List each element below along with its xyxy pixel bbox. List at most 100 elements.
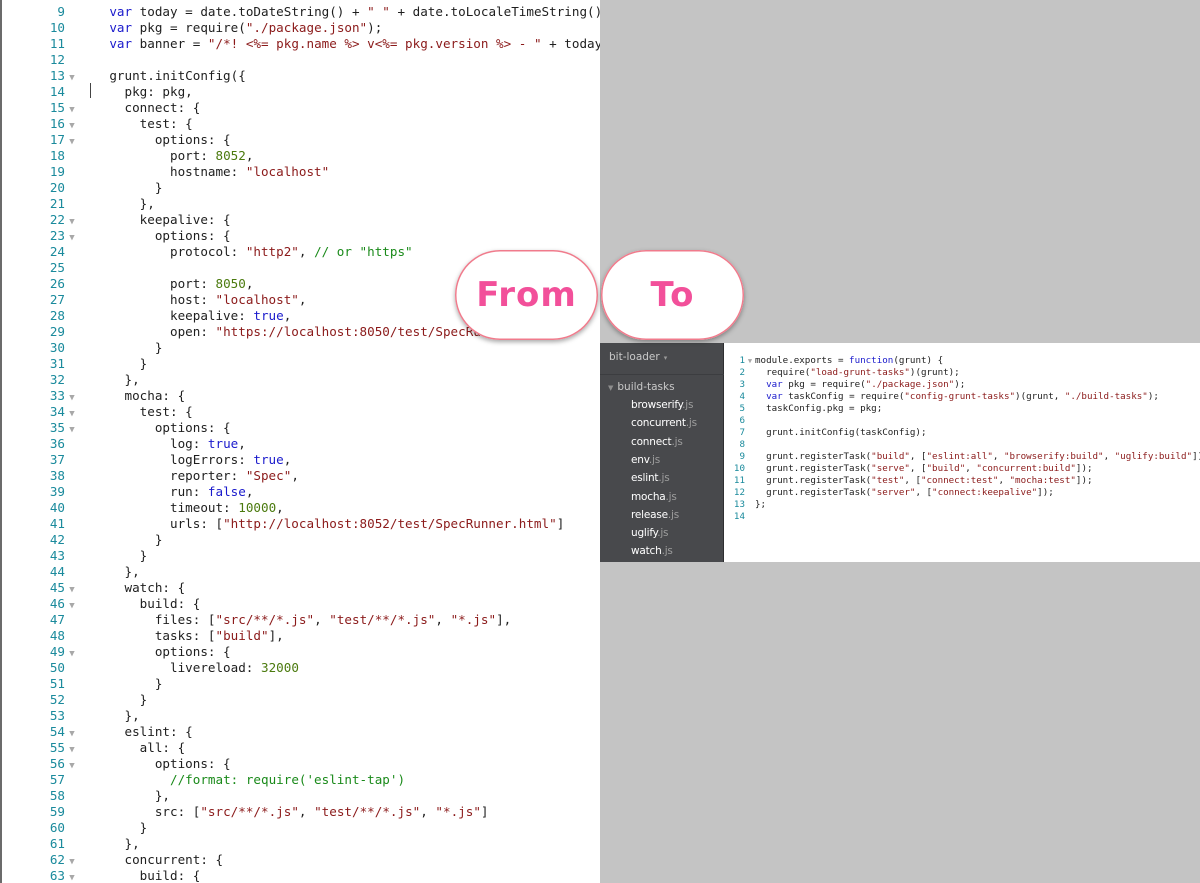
file-extension: .js <box>657 527 669 540</box>
line-number: 17 <box>49 132 65 147</box>
token: require( <box>755 367 811 378</box>
token: logErrors: <box>79 452 254 467</box>
line-code: } <box>79 548 148 564</box>
token: ], <box>268 628 284 643</box>
line-number: 10 <box>49 20 65 35</box>
line-number: 5 <box>739 403 745 414</box>
line-number: 9 <box>57 4 65 19</box>
file-item-env[interactable]: env.js <box>631 454 660 466</box>
file-item-eslint[interactable]: eslint.js <box>631 472 670 485</box>
token: pkg: pkg, <box>79 84 193 99</box>
token: run: <box>79 484 208 499</box>
code-line: 40 timeout: 10000, <box>2 500 284 516</box>
token: + today + <box>549 36 600 51</box>
line-number: 45 <box>49 580 65 595</box>
project-name: bit-loader <box>609 351 660 363</box>
code-line: 27 host: "localhost", <box>2 292 307 308</box>
file-item-uglify[interactable]: uglify.js <box>631 527 669 540</box>
code-line: 61 }, <box>2 836 140 852</box>
token-str: "build" <box>215 628 269 643</box>
token: , <box>276 500 284 515</box>
file-item-mocha[interactable]: mocha.js <box>631 491 677 503</box>
line-number: 9 <box>739 451 745 462</box>
token: watch: { <box>79 580 186 595</box>
file-item-browserify[interactable]: browserify.js <box>631 399 694 411</box>
line-code: }; <box>755 499 766 511</box>
token-str: "src/**/*.js" <box>215 612 315 627</box>
line-code: var pkg = require("./package.json"); <box>79 20 382 36</box>
line-code: all: { <box>79 740 186 756</box>
line-number: 13 <box>733 499 745 510</box>
token: } <box>79 180 163 195</box>
line-code: pkg: pkg, <box>79 84 193 100</box>
code-line: 42 } <box>2 532 163 548</box>
line-code: eslint: { <box>79 724 192 740</box>
line-code: } <box>79 340 163 356</box>
file-item-concurrent[interactable]: concurrent.js <box>631 417 697 429</box>
token: , [ <box>909 451 927 462</box>
line-number: 19 <box>49 164 65 179</box>
line-code: logErrors: true, <box>79 452 291 468</box>
file-item-release[interactable]: release.js <box>631 509 679 521</box>
file-item-connect[interactable]: connect.js <box>631 436 683 448</box>
token: , [ <box>915 487 933 498</box>
left-code-editor[interactable]: 9 var today = date.toDateString() + " " … <box>0 0 600 883</box>
line-code: var today = date.toDateString() + " " + … <box>79 4 600 20</box>
line-number: 33 <box>49 388 65 403</box>
token-kw: var <box>109 36 133 51</box>
code-line: 49 ▼ options: { <box>2 644 231 660</box>
code-line: 51 } <box>2 676 163 692</box>
code-line: 41 urls: ["http://localhost:8052/test/Sp… <box>2 516 564 532</box>
code-line: 55 ▼ all: { <box>2 740 185 756</box>
token: , <box>283 452 292 467</box>
line-number: 35 <box>49 420 65 435</box>
file-item-watch[interactable]: watch.js <box>631 545 673 557</box>
project-selector[interactable]: bit-loader ▾ <box>609 351 667 363</box>
token-str: "localhost" <box>245 164 330 179</box>
token: , <box>992 451 1004 462</box>
token-str: "./package.json" <box>865 379 955 390</box>
token: grunt.initConfig({ <box>79 68 246 83</box>
line-number: 42 <box>49 532 65 547</box>
code-line: 31 } <box>2 356 147 372</box>
token: ); <box>954 379 966 390</box>
token: , <box>245 148 254 163</box>
line-code: options: { <box>79 644 231 660</box>
line-number: 10 <box>733 463 745 474</box>
token: grunt.registerTask( <box>755 487 872 498</box>
code-line: 34 ▼ test: { <box>2 404 193 420</box>
line-number: 28 <box>49 308 65 323</box>
folder-build-tasks[interactable]: ▼ build-tasks <box>608 381 675 393</box>
token-str: "server" <box>871 487 916 498</box>
token-str: "browserify:build" <box>1003 451 1104 462</box>
file-name: eslint <box>631 472 659 485</box>
code-line: 7 grunt.initConfig(taskConfig); <box>724 427 926 439</box>
code-line: 18 port: 8052, <box>2 148 254 164</box>
code-line: 50 livereload: 32000 <box>2 660 299 676</box>
file-extension: .js <box>665 490 677 503</box>
line-code: }, <box>79 836 139 852</box>
line-code: livereload: 32000 <box>79 660 299 676</box>
fold-arrow-icon[interactable]: ▼ <box>65 870 79 883</box>
line-code: hostname: "localhost" <box>79 164 329 180</box>
file-name: watch <box>631 545 662 558</box>
code-line: 44 }, <box>2 564 140 580</box>
token: host: <box>79 292 216 307</box>
sidebar-divider <box>600 374 724 375</box>
token: )(grunt); <box>909 367 960 378</box>
token: test: { <box>79 404 193 419</box>
token: , <box>298 244 315 259</box>
token: ); <box>1147 391 1159 402</box>
token: ], <box>496 612 512 627</box>
line-number: 46 <box>49 596 65 611</box>
code-line: 45 ▼ watch: { <box>2 580 185 596</box>
fold-arrow-icon[interactable]: ▼ <box>745 355 755 367</box>
right-code-editor[interactable]: 1 ▼ module.exports = function(grunt) {2 re… <box>724 343 1200 562</box>
code-line: 9 grunt.registerTask("build", ["eslint:a… <box>724 451 1200 463</box>
line-number: 14 <box>49 84 65 99</box>
line-code: build: { <box>79 596 201 612</box>
line-code: }, <box>79 196 155 212</box>
token: ]); <box>1075 475 1093 486</box>
token: (grunt) { <box>893 355 944 366</box>
